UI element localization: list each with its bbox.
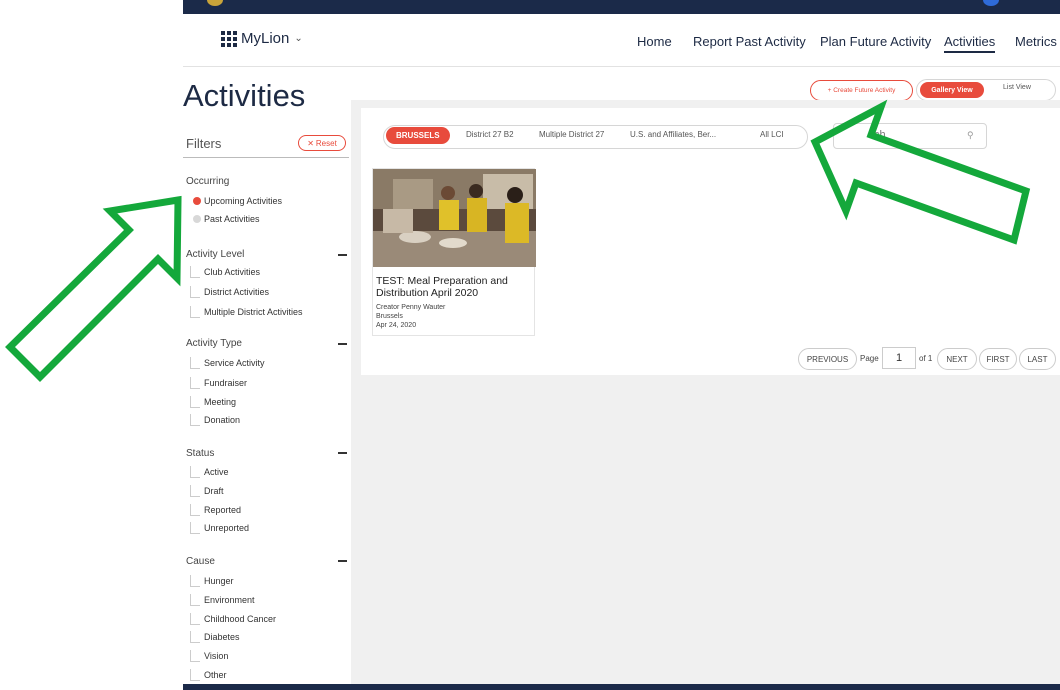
annotation-arrows xyxy=(5,99,1031,382)
right-arrow-icon xyxy=(810,99,1031,245)
left-arrow-icon xyxy=(5,195,182,382)
